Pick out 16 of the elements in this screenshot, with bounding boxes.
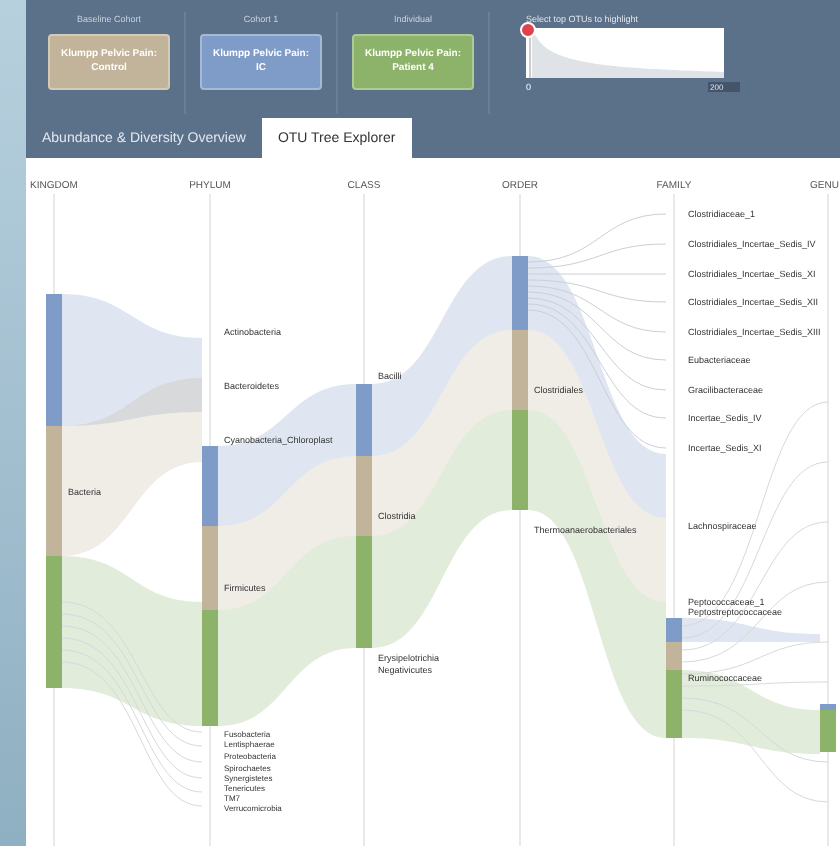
flow-line — [61, 649, 203, 793]
flow-band — [62, 294, 202, 426]
flow-band — [218, 384, 356, 526]
flow-line — [61, 637, 203, 779]
flow-band — [682, 618, 820, 642]
flow-line — [61, 613, 203, 747]
node-bar[interactable] — [820, 704, 836, 752]
node-bar[interactable] — [666, 618, 682, 738]
node-bar[interactable] — [202, 446, 218, 726]
flow-band — [682, 670, 820, 754]
flow-line — [61, 625, 203, 763]
node-bar[interactable] — [356, 384, 372, 648]
flow-line — [61, 601, 203, 733]
node-bar[interactable] — [512, 256, 528, 510]
node-bar[interactable] — [46, 294, 62, 688]
slider-handle[interactable] — [520, 22, 536, 38]
